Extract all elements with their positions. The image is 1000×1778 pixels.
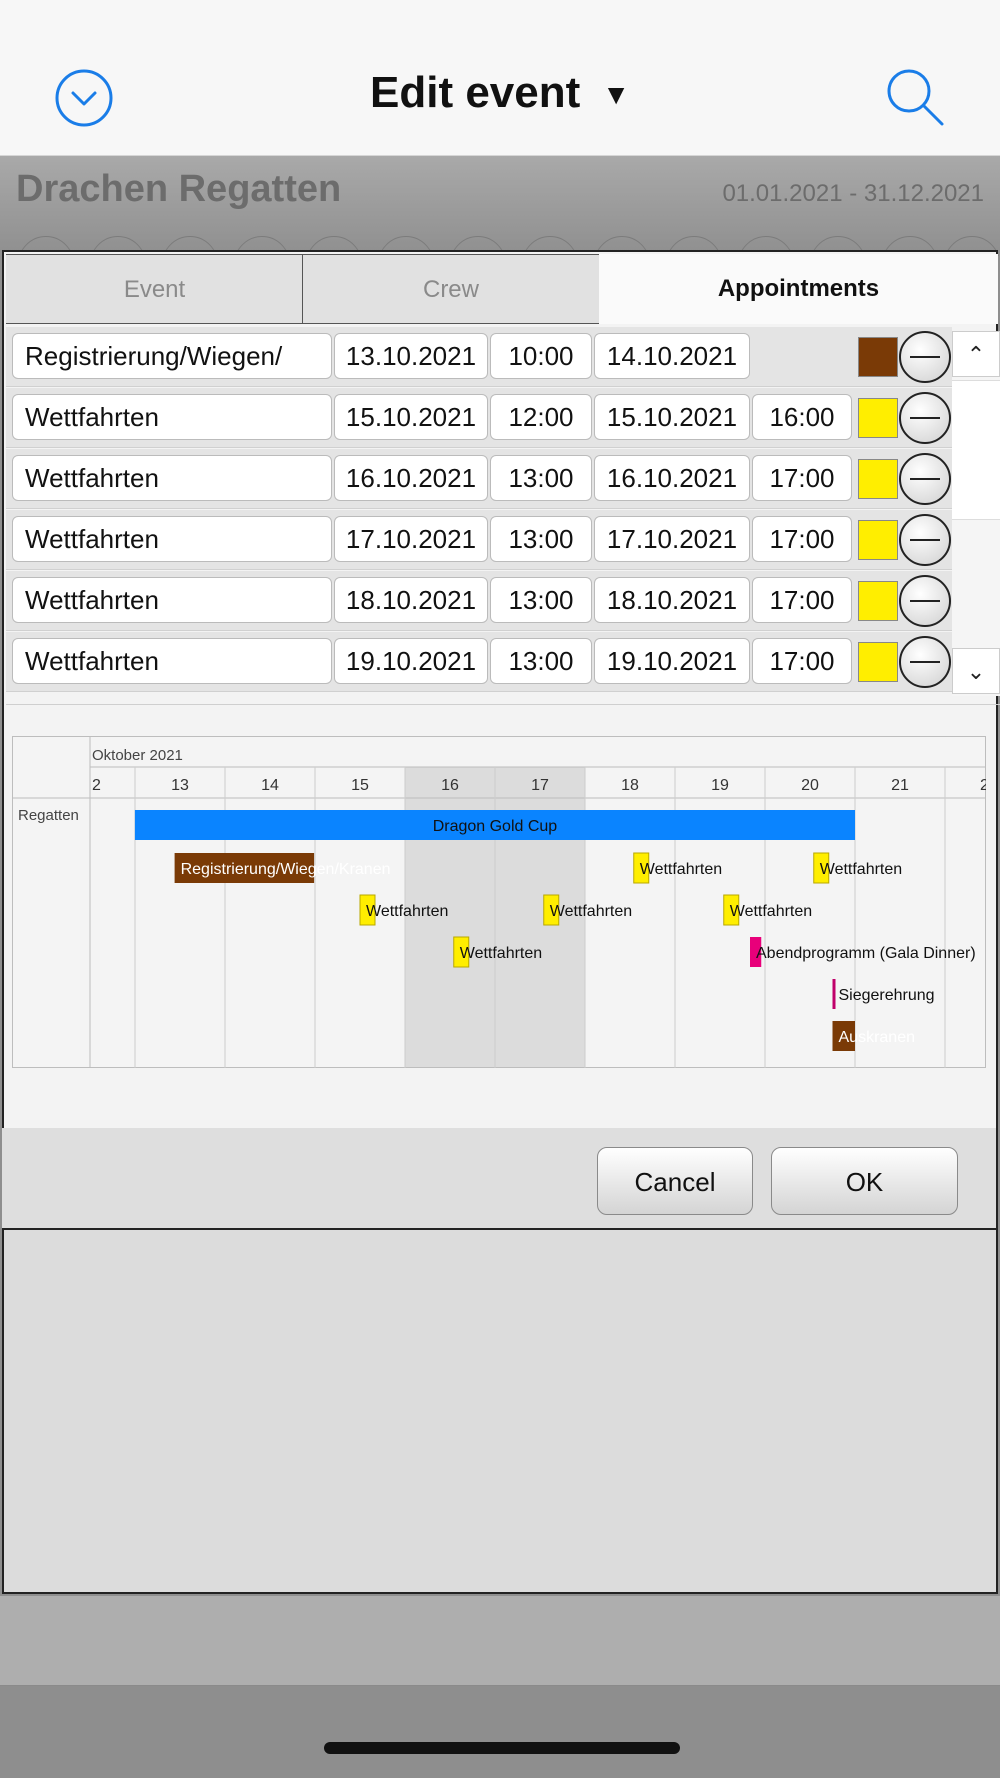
timeline-bar-label: Abendprogramm (Gala Dinner): [756, 945, 976, 962]
appointment-row: Wettfahrten 18.10.2021 13:00 18.10.2021 17:0…: [6, 571, 952, 631]
start-time-field[interactable]: 13:00: [490, 638, 592, 684]
timeline-bar-label: Wettfahrten: [550, 903, 632, 920]
name-field[interactable]: Wettfahrten: [12, 455, 332, 501]
day-label: 19: [711, 777, 729, 794]
start-date-field[interactable]: 13.10.2021: [334, 333, 488, 379]
page-title-text: Edit event: [370, 68, 581, 117]
timeline-bar: [832, 979, 836, 1009]
start-time-field[interactable]: 13:00: [490, 516, 592, 562]
day-label: 2: [92, 777, 101, 794]
start-date-field[interactable]: 16.10.2021: [334, 455, 488, 501]
color-swatch[interactable]: [858, 581, 898, 621]
day-label: 18: [621, 777, 639, 794]
start-time-field[interactable]: 13:00: [490, 455, 592, 501]
end-time-field[interactable]: 17:00: [752, 577, 852, 623]
day-label: 14: [261, 777, 279, 794]
end-date-field[interactable]: 15.10.2021: [594, 394, 750, 440]
tab-event[interactable]: Event: [6, 254, 304, 324]
remove-appointment-button[interactable]: [899, 392, 951, 444]
row-label: Regatten: [18, 807, 79, 824]
appointment-row: Wettfahrten 15.10.2021 12:00 15.10.2021 16:0…: [6, 388, 952, 448]
end-date-field[interactable]: 16.10.2021: [594, 455, 750, 501]
month-label: Oktober 2021: [92, 747, 183, 764]
day-label: 20: [801, 777, 819, 794]
timeline-bar-label: Registrierung/Wiegen/Kranen: [181, 861, 391, 878]
day-label: 21: [891, 777, 909, 794]
remove-appointment-button[interactable]: [899, 575, 951, 627]
search-icon[interactable]: [884, 66, 946, 128]
appointment-row: Wettfahrten 19.10.2021 13:00 19.10.2021 17:0…: [6, 632, 952, 692]
remove-appointment-button[interactable]: [899, 453, 951, 505]
timeline-bar-label: Auskranen: [839, 1029, 916, 1046]
day-label: 2: [980, 777, 986, 794]
color-swatch[interactable]: [858, 642, 898, 682]
remove-appointment-button[interactable]: [899, 514, 951, 566]
start-date-field[interactable]: 18.10.2021: [334, 577, 488, 623]
name-field[interactable]: Wettfahrten: [12, 638, 332, 684]
start-time-field[interactable]: 13:00: [490, 577, 592, 623]
end-date-field[interactable]: 17.10.2021: [594, 516, 750, 562]
triangle-down-icon: ▼: [602, 79, 630, 111]
page-title[interactable]: Edit event ▼: [0, 68, 1000, 118]
end-date-field[interactable]: 19.10.2021: [594, 638, 750, 684]
start-time-field[interactable]: 12:00: [490, 394, 592, 440]
event-dates: 01.01.2021 - 31.12.2021: [722, 180, 984, 207]
start-date-field[interactable]: 17.10.2021: [334, 516, 488, 562]
home-indicator[interactable]: [324, 1742, 680, 1754]
start-date-field[interactable]: 19.10.2021: [334, 638, 488, 684]
end-time-field[interactable]: 17:00: [752, 638, 852, 684]
event-name: Drachen Regatten: [16, 168, 342, 210]
cancel-button[interactable]: Cancel: [597, 1147, 753, 1215]
end-time-field[interactable]: 17:00: [752, 455, 852, 501]
end-date-field[interactable]: 18.10.2021: [594, 577, 750, 623]
end-time-field[interactable]: 17:00: [752, 516, 852, 562]
day-label: 17: [531, 777, 549, 794]
color-swatch[interactable]: [858, 520, 898, 560]
start-date-field[interactable]: 15.10.2021: [334, 394, 488, 440]
remove-appointment-button[interactable]: [899, 331, 951, 383]
tab-crew[interactable]: Crew: [302, 254, 600, 324]
end-time-field[interactable]: 16:00: [752, 394, 852, 440]
day-label: 13: [171, 777, 189, 794]
color-swatch[interactable]: [858, 459, 898, 499]
day-label: 15: [351, 777, 369, 794]
color-swatch[interactable]: [858, 337, 898, 377]
timeline-bar-label: Siegerehrung: [839, 987, 935, 1004]
appointments-timeline: Oktober 2021 Regatten 2 13 14 15 16 17 18 19 20 21 2…: [12, 736, 986, 1068]
start-time-field[interactable]: 10:00: [490, 333, 592, 379]
end-date-field[interactable]: 14.10.2021: [594, 333, 750, 379]
chevron-up-icon[interactable]: ⌃: [952, 331, 1000, 377]
chevron-down-icon[interactable]: ⌄: [952, 648, 1000, 694]
name-field[interactable]: Wettfahrten: [12, 516, 332, 562]
appointment-row: Registrierung/Wiegen/13.10.2021 10:00 14.1…: [6, 327, 952, 387]
background-strip: [0, 1596, 1000, 1686]
day-label: 16: [441, 777, 459, 794]
background-strip: [0, 1686, 1000, 1778]
appointment-row: Wettfahrten 16.10.2021 13:00 16.10.2021 17:0…: [6, 449, 952, 509]
timeline-bar-label: Wettfahrten: [640, 861, 722, 878]
timeline-bar-label: Wettfahrten: [460, 945, 542, 962]
timeline-bar-label: Dragon Gold Cup: [433, 818, 558, 835]
background-panel: [2, 1230, 998, 1594]
timeline-bar-label: Wettfahrten: [820, 861, 902, 878]
appointments-list: Registrierung/Wiegen/13.10.2021 10:00 14.1…: [6, 327, 1000, 702]
color-swatch[interactable]: [858, 398, 898, 438]
ok-button[interactable]: OK: [771, 1147, 958, 1215]
divider: [6, 704, 1000, 705]
name-field[interactable]: Wettfahrten: [12, 394, 332, 440]
remove-appointment-button[interactable]: [899, 636, 951, 688]
tab-appointments[interactable]: Appointments: [599, 254, 998, 324]
timeline-bar-label: Wettfahrten: [730, 903, 812, 920]
appointment-row: Wettfahrten 17.10.2021 13:00 17.10.2021 17:0…: [6, 510, 952, 570]
timeline-bar-label: Wettfahrten: [366, 903, 448, 920]
scrollbar-thumb[interactable]: [952, 380, 1000, 520]
name-field[interactable]: Registrierung/Wiegen/: [12, 333, 332, 379]
name-field[interactable]: Wettfahrten: [12, 577, 332, 623]
